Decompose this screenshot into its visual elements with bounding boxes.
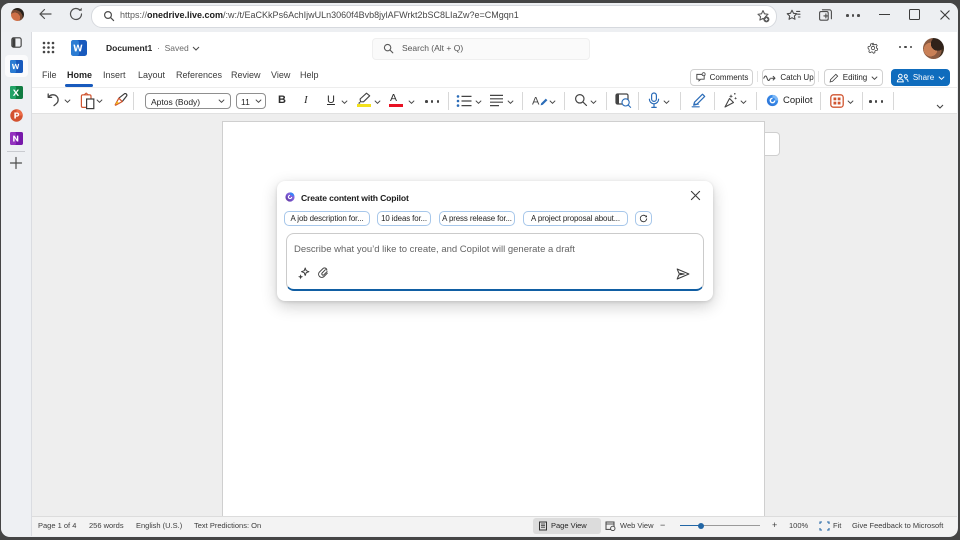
svg-text:A: A (532, 96, 540, 108)
